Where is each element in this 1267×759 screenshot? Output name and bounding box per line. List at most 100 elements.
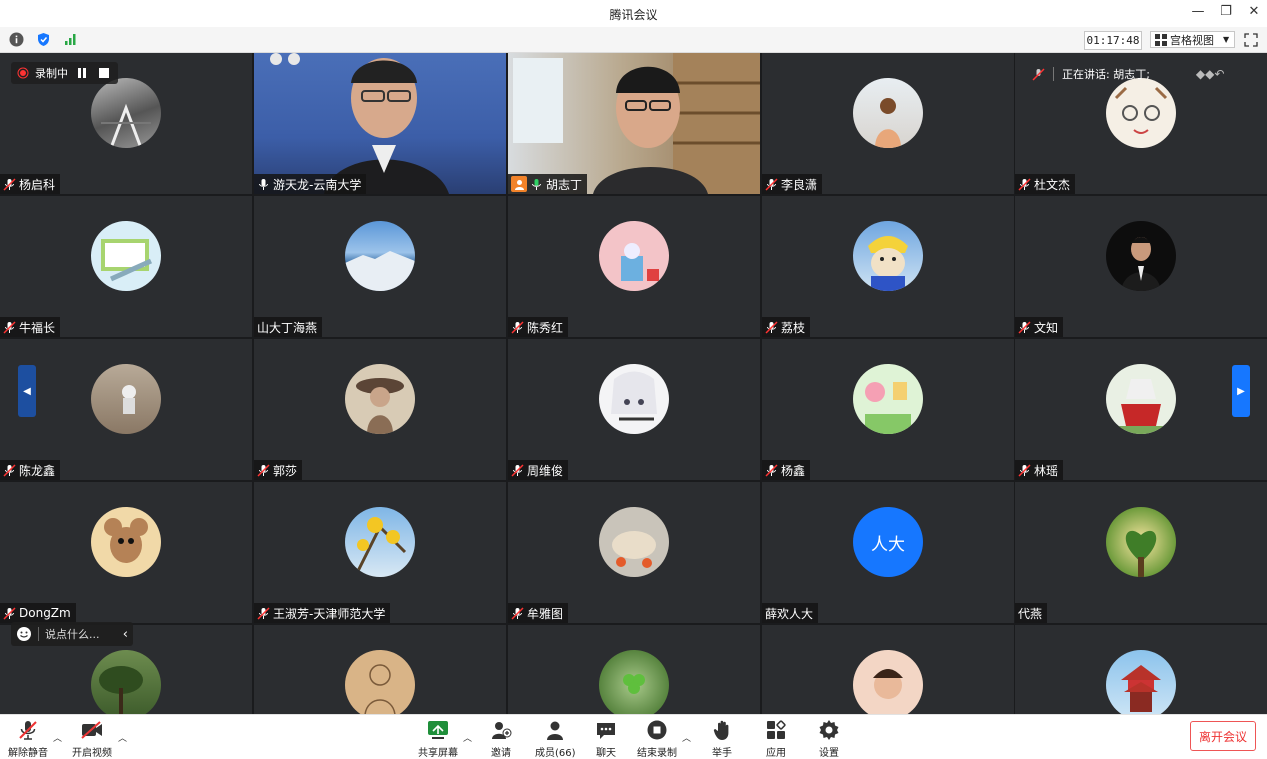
- grid-icon: [1155, 33, 1167, 46]
- share-screen-button[interactable]: 共享屏幕: [418, 718, 458, 759]
- security-shield-icon[interactable]: [35, 31, 52, 48]
- participant-tile[interactable]: 周维俊: [508, 339, 760, 480]
- close-icon[interactable]: ✕: [1247, 4, 1261, 19]
- fullscreen-icon[interactable]: [1244, 32, 1260, 48]
- pause-recording-button[interactable]: [74, 65, 90, 81]
- previous-page-arrow[interactable]: ◀: [18, 365, 36, 417]
- participant-tile[interactable]: 王淑芳-天津师范大学: [254, 482, 506, 623]
- participant-tile[interactable]: 山大丁海燕: [254, 196, 506, 337]
- mic-muted-icon: [1018, 177, 1031, 191]
- avatar: [345, 364, 415, 434]
- participant-tile[interactable]: 牟雅图: [508, 482, 760, 623]
- mic-muted-icon: [3, 320, 16, 334]
- participant-name: 杨鑫: [781, 463, 806, 478]
- participant-tile[interactable]: 陈龙鑫: [0, 339, 252, 480]
- avatar: [91, 78, 161, 148]
- chat-input[interactable]: 说点什么...: [45, 626, 117, 642]
- stop-recording-button[interactable]: [96, 65, 112, 81]
- participant-name: 胡志丁: [546, 177, 583, 192]
- avatar: [853, 650, 923, 714]
- participant-tile[interactable]: DongZm: [0, 482, 252, 623]
- end-recording-label: 结束录制: [637, 748, 677, 759]
- participant-tile[interactable]: 牛福长: [0, 196, 252, 337]
- chevron-up-icon[interactable]: ︿: [682, 731, 691, 744]
- participant-name: 牟雅图: [527, 606, 564, 621]
- start-video-button[interactable]: 开启视频: [72, 718, 112, 759]
- mic-muted-icon: [511, 606, 524, 620]
- participant-tile[interactable]: 杨鑫: [762, 339, 1014, 480]
- chevron-up-icon[interactable]: ︿: [463, 731, 472, 744]
- mic-muted-icon: [16, 718, 40, 742]
- speaking-indicator: 正在讲话: 胡志丁; ◆◆↶: [1032, 64, 1224, 84]
- grid-view-selector[interactable]: 宫格视图 ▼: [1150, 31, 1235, 48]
- mic-muted-icon: [1018, 320, 1031, 334]
- restore-icon[interactable]: ❐: [1219, 4, 1233, 19]
- avatar: [91, 650, 161, 714]
- members-label: 成员(66): [535, 748, 576, 759]
- start-video-label: 开启视频: [72, 748, 112, 759]
- unmute-button[interactable]: 解除静音: [8, 718, 48, 759]
- mic-muted-icon: [511, 463, 524, 477]
- participant-tile-active-speaker[interactable]: 胡志丁: [508, 53, 760, 194]
- chevron-down-icon: ▼: [1223, 35, 1230, 44]
- participant-tile[interactable]: 陈秀红: [508, 196, 760, 337]
- participant-tile[interactable]: 文知: [1015, 196, 1267, 337]
- minimize-icon[interactable]: —: [1191, 4, 1205, 19]
- participant-name: 山大丁海燕: [257, 320, 318, 335]
- info-icon[interactable]: [8, 31, 25, 48]
- avatar: [599, 364, 669, 434]
- participant-name: 杨启科: [19, 177, 56, 192]
- participant-name: 周维俊: [527, 463, 564, 478]
- chevron-up-icon[interactable]: ︿: [53, 731, 62, 744]
- settings-button[interactable]: 设置: [817, 718, 841, 759]
- participant-tile[interactable]: 代燕: [1015, 482, 1267, 623]
- emoji-icon[interactable]: [16, 626, 32, 642]
- participant-tile[interactable]: 人大 薛欢人大: [762, 482, 1014, 623]
- participant-name: 林瑶: [1034, 463, 1059, 478]
- participant-name: DongZm: [19, 606, 71, 620]
- mic-muted-icon: [765, 463, 778, 477]
- participant-tile[interactable]: 林瑶: [1015, 339, 1267, 480]
- apps-icon: [764, 718, 788, 742]
- participant-tile[interactable]: [1015, 625, 1267, 714]
- participant-tile[interactable]: 荔枝: [762, 196, 1014, 337]
- meeting-controls: 解除静音 ︿ 开启视频 ︿ 共享屏幕 ︿ 邀请 成员(66) 聊天 结束录制 ︿…: [0, 714, 1267, 759]
- next-page-arrow[interactable]: ▶: [1232, 365, 1250, 417]
- invite-button[interactable]: 邀请: [489, 718, 513, 759]
- mic-on-icon: [530, 178, 543, 191]
- avatar: [853, 78, 923, 148]
- chevron-left-icon[interactable]: ‹: [123, 627, 128, 642]
- chevron-up-icon[interactable]: ︿: [118, 731, 127, 744]
- stop-record-icon: [645, 718, 669, 742]
- participant-tile[interactable]: 李良潇: [762, 53, 1014, 194]
- quick-chat-bar[interactable]: 说点什么... ‹: [11, 622, 133, 646]
- avatar: [599, 221, 669, 291]
- participant-tile[interactable]: 郭莎: [254, 339, 506, 480]
- participant-tile[interactable]: [254, 625, 506, 714]
- camera-off-icon: [80, 718, 104, 742]
- participant-tile[interactable]: 游天龙-云南大学: [254, 53, 506, 194]
- raise-hand-button[interactable]: 举手: [710, 718, 734, 759]
- signal-icon[interactable]: [62, 31, 79, 48]
- speaking-label: 正在讲话: 胡志丁;: [1062, 68, 1150, 81]
- mic-muted-icon: [765, 320, 778, 334]
- recording-indicator: 录制中: [11, 62, 118, 84]
- meeting-toolbar: 01:17:48 宫格视图 ▼: [0, 27, 1267, 53]
- members-icon: [543, 718, 567, 742]
- participant-tile[interactable]: [762, 625, 1014, 714]
- apps-button[interactable]: 应用: [764, 718, 788, 759]
- participant-tile[interactable]: [508, 625, 760, 714]
- members-button[interactable]: 成员(66): [535, 718, 576, 759]
- chat-icon: [594, 718, 618, 742]
- mic-muted-icon: [3, 606, 16, 620]
- chat-button[interactable]: 聊天: [594, 718, 618, 759]
- avatar: [1106, 650, 1176, 714]
- unmute-label: 解除静音: [8, 748, 48, 759]
- video-feed: [508, 53, 760, 194]
- recording-label: 录制中: [35, 67, 68, 80]
- avatar: [91, 507, 161, 577]
- mic-on-icon: [257, 178, 270, 191]
- leave-meeting-button[interactable]: 离开会议: [1190, 721, 1256, 751]
- stop-icon: [99, 68, 109, 78]
- end-recording-button[interactable]: 结束录制: [637, 718, 677, 759]
